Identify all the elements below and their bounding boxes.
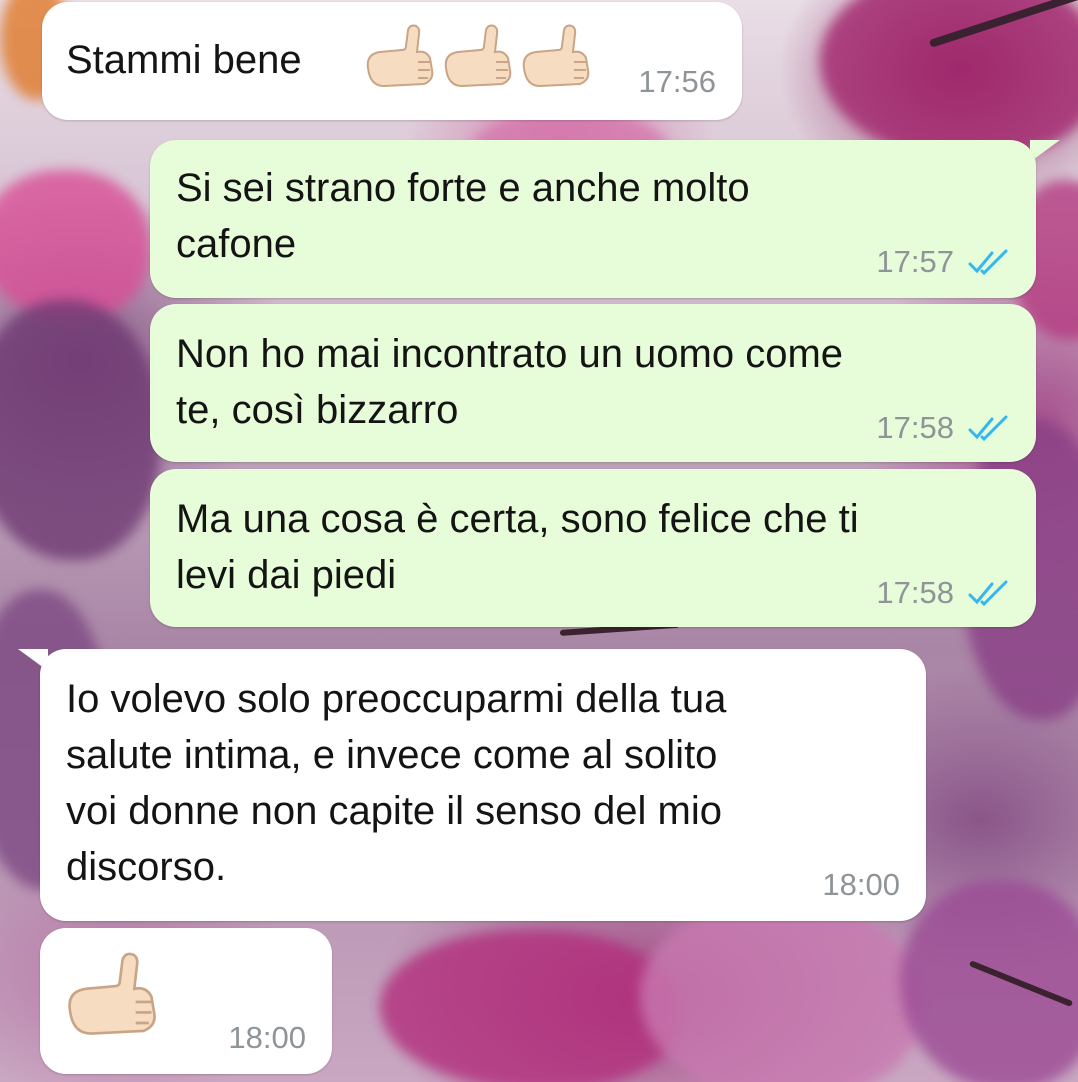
call-me-hand-emoji <box>522 24 590 88</box>
message-bubble-incoming[interactable]: Stammi bene 17:56 <box>42 2 742 120</box>
wallpaper-blossom <box>380 930 680 1082</box>
message-text: Non ho mai incontrato un uomo come te, c… <box>176 332 844 432</box>
message-bubble-outgoing[interactable]: Non ho mai incontrato un uomo come te, c… <box>150 304 1036 462</box>
message-text: Io volevo solo preoccuparmi della tua sa… <box>66 677 727 889</box>
message-text: Ma una cosa è certa, sono felice che ti … <box>176 497 859 597</box>
wallpaper-blossom <box>640 900 920 1082</box>
wallpaper-blossom <box>900 880 1078 1082</box>
message-bubble-outgoing[interactable]: Ma una cosa è certa, sono felice che ti … <box>150 469 1036 627</box>
message-text: Stammi bene <box>66 38 302 82</box>
double-check-icon <box>968 580 1008 606</box>
message-timestamp: 17:58 <box>876 575 954 610</box>
message-bubble-incoming[interactable]: 18:00 <box>40 928 332 1074</box>
message-timestamp: 17:57 <box>876 244 954 279</box>
wallpaper-blossom <box>820 0 1078 160</box>
call-me-hand-emoji <box>444 24 512 88</box>
wallpaper-blossom <box>0 170 150 320</box>
emoji-group <box>362 24 594 94</box>
message-timestamp: 17:56 <box>638 64 716 99</box>
message-bubble-incoming[interactable]: Io volevo solo preoccuparmi della tua sa… <box>40 649 926 921</box>
message-timestamp: 17:58 <box>876 410 954 445</box>
message-text: Si sei strano forte e anche molto cafone <box>176 166 750 266</box>
call-me-hand-emoji <box>68 952 156 1035</box>
message-bubble-outgoing[interactable]: Si sei strano forte e anche molto cafone… <box>150 140 1036 298</box>
message-timestamp: 18:00 <box>228 1020 306 1055</box>
call-me-hand-emoji <box>366 24 434 88</box>
double-check-icon <box>968 249 1008 275</box>
double-check-icon <box>968 415 1008 441</box>
wallpaper-blossom <box>0 300 160 560</box>
message-timestamp: 18:00 <box>822 867 900 902</box>
